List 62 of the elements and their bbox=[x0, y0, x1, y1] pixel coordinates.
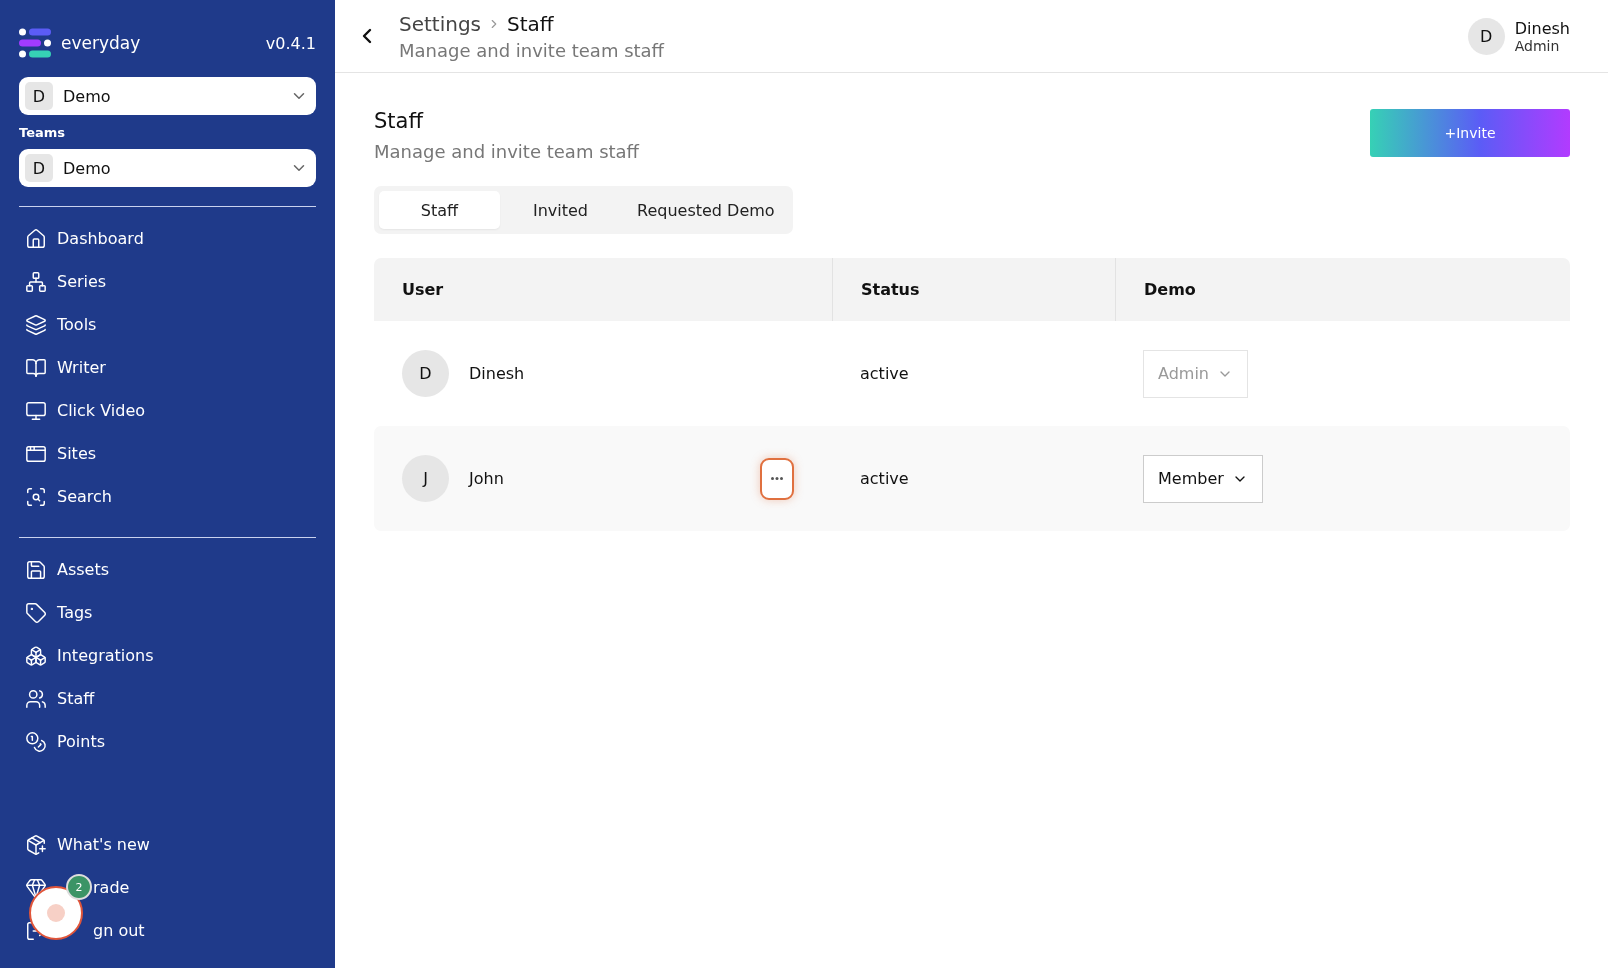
table-row[interactable]: J John active Member bbox=[374, 426, 1570, 531]
monitor-icon bbox=[25, 399, 47, 422]
stack-icon bbox=[25, 313, 47, 336]
bubble-dot-icon bbox=[47, 904, 65, 922]
more-icon bbox=[771, 477, 783, 480]
notification-count: 2 bbox=[66, 874, 92, 900]
breadcrumb-item[interactable]: Settings bbox=[399, 11, 482, 36]
tag-icon bbox=[25, 601, 47, 624]
sidebar-item[interactable]: Sites bbox=[19, 432, 97, 475]
tab[interactable]: Requested Demo bbox=[621, 191, 788, 229]
team-initial: D bbox=[25, 154, 53, 182]
sidebar-item[interactable]: Writer bbox=[19, 346, 106, 389]
invite-button[interactable]: +Invite bbox=[1370, 109, 1570, 157]
hierarchy-icon bbox=[25, 270, 47, 293]
user-name: John bbox=[469, 469, 504, 488]
team-name: Demo bbox=[63, 158, 112, 178]
workspace-select[interactable]: D Demo bbox=[19, 77, 316, 115]
coins-icon bbox=[25, 730, 47, 753]
tab[interactable]: Staff bbox=[379, 191, 500, 229]
sidebar-item[interactable]: Series bbox=[19, 260, 107, 303]
column-header: User bbox=[401, 279, 445, 301]
logo-icon bbox=[19, 28, 51, 58]
user-name: Dinesh bbox=[1514, 18, 1570, 38]
page-title: Staff bbox=[374, 109, 425, 133]
more-options-button[interactable] bbox=[760, 457, 794, 500]
house-icon bbox=[25, 227, 47, 250]
breadcrumb-item: Staff bbox=[507, 11, 554, 36]
sidebar-item[interactable]: Staff bbox=[19, 677, 95, 720]
sidebar-item[interactable]: rade bbox=[93, 878, 130, 897]
sidebar-item[interactable]: Points bbox=[19, 720, 106, 763]
workspace-initial: D bbox=[25, 82, 53, 110]
role-dropdown[interactable]: Member bbox=[1143, 454, 1263, 503]
user-avatar: D bbox=[402, 350, 449, 397]
sidebar-item[interactable]: Integrations bbox=[19, 634, 154, 677]
team-select[interactable]: D Demo bbox=[19, 149, 316, 187]
tab[interactable]: Invited bbox=[500, 191, 621, 229]
scan-search-icon bbox=[25, 485, 47, 508]
sidebar-item[interactable]: Search bbox=[19, 475, 112, 518]
version-label: v0.4.1 bbox=[265, 33, 316, 53]
teams-label: Teams bbox=[19, 125, 66, 140]
status-text: active bbox=[860, 364, 909, 383]
sidebar-item[interactable]: Dashboard bbox=[19, 217, 144, 260]
sidebar-item[interactable]: Tools bbox=[19, 303, 97, 346]
sidebar-item[interactable]: Click Video bbox=[19, 389, 146, 432]
package-icon bbox=[25, 833, 47, 856]
page-subtitle: Manage and invite team staff bbox=[374, 141, 639, 162]
header-subtitle: Manage and invite team staff bbox=[399, 39, 666, 61]
brand-name: everyday bbox=[61, 33, 141, 53]
status-text: active bbox=[860, 469, 909, 488]
sidebar-item[interactable]: gn out bbox=[93, 921, 145, 940]
users-icon bbox=[25, 687, 47, 710]
user-avatar: D bbox=[1467, 17, 1505, 55]
boxes-icon bbox=[25, 644, 47, 667]
sidebar-item[interactable]: Tags bbox=[19, 591, 93, 634]
workspace-name: Demo bbox=[63, 86, 112, 106]
user-role: Admin bbox=[1514, 37, 1561, 54]
book-icon bbox=[25, 356, 47, 379]
user-avatar: J bbox=[402, 455, 449, 502]
diamond-icon bbox=[25, 876, 47, 899]
sidebar-item[interactable]: Assets bbox=[19, 548, 110, 591]
sidebar-item[interactable]: What's new bbox=[19, 823, 150, 866]
user-name: Dinesh bbox=[469, 364, 525, 383]
